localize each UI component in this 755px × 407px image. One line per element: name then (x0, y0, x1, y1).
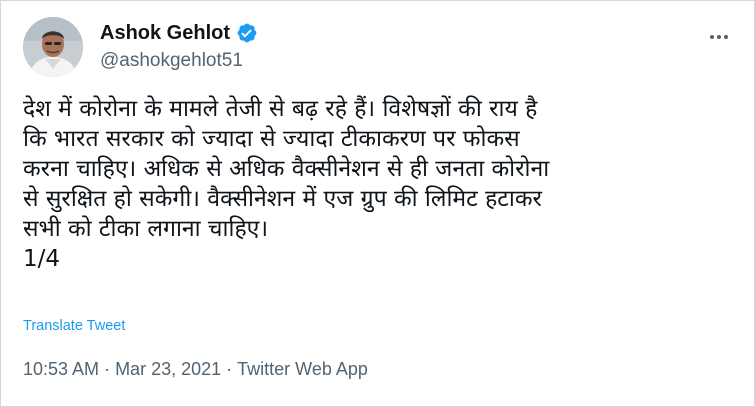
tweet-header: Ashok Gehlot @ashokgehlot51 (23, 17, 734, 81)
tweet-date[interactable]: Mar 23, 2021 (115, 359, 221, 379)
name-row: Ashok Gehlot (100, 20, 258, 46)
tweet-card: Ashok Gehlot @ashokgehlot51 देश में कोरो… (0, 0, 755, 407)
meta-separator: · (226, 359, 233, 379)
tweet-meta: 10:53 AM · Mar 23, 2021 · Twitter Web App (23, 357, 368, 381)
tweet-time[interactable]: 10:53 AM (23, 359, 99, 379)
meta-separator: · (104, 359, 111, 379)
author-identity: Ashok Gehlot @ashokgehlot51 (100, 20, 258, 74)
author-handle[interactable]: @ashokgehlot51 (100, 48, 258, 74)
more-horizontal-icon (710, 35, 728, 39)
more-options-button[interactable] (704, 25, 734, 49)
tweet-source[interactable]: Twitter Web App (237, 359, 368, 379)
tweet-text: देश में कोरोना के मामले तेजी से बढ़ रहे … (23, 96, 550, 272)
avatar[interactable] (23, 17, 83, 77)
translate-tweet-link[interactable]: Translate Tweet (23, 316, 125, 336)
avatar-image (23, 17, 83, 77)
author-display-name[interactable]: Ashok Gehlot (100, 20, 230, 46)
verified-badge-icon (237, 23, 257, 43)
